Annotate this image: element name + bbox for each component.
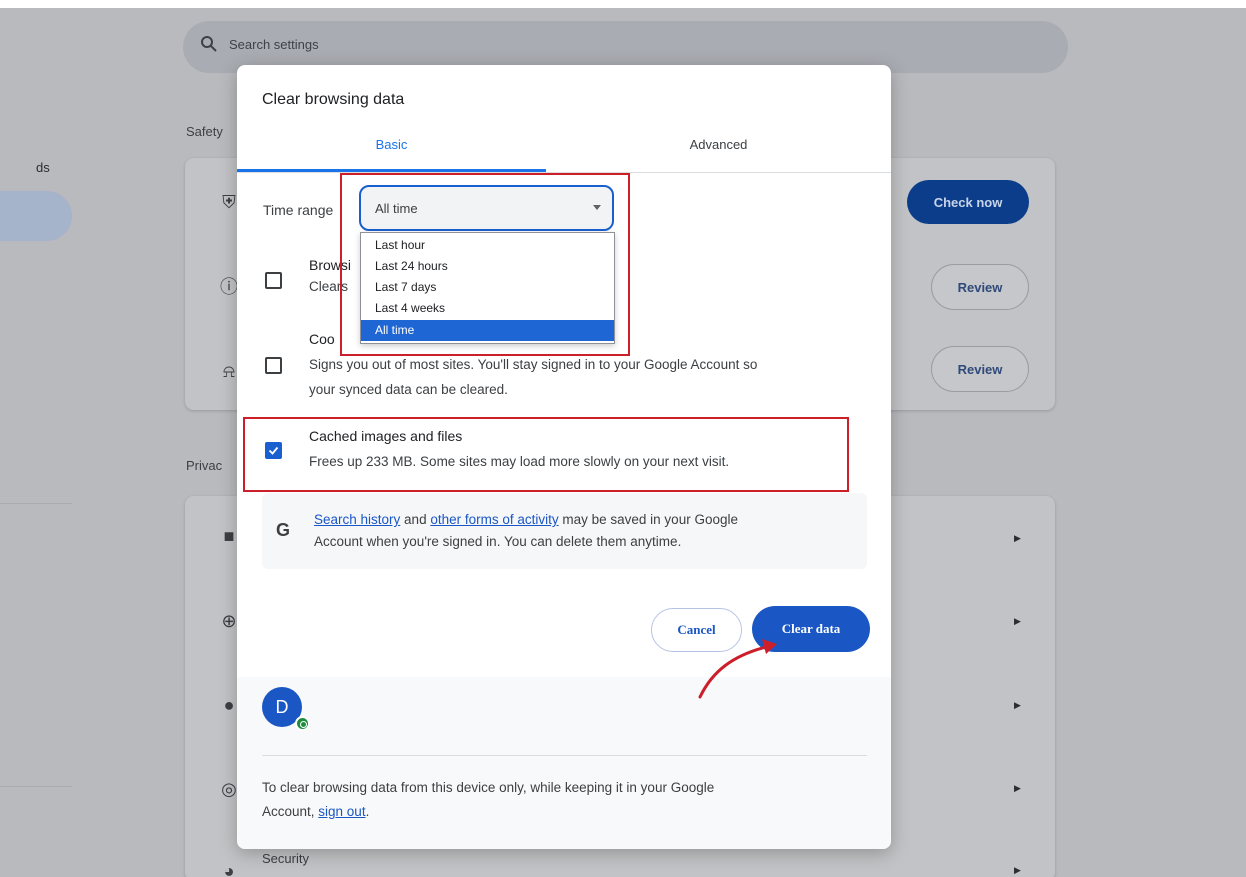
check-now-button[interactable]: Check now	[907, 180, 1029, 224]
cached-images-checkbox[interactable]	[265, 442, 282, 459]
time-range-select[interactable]: All time	[359, 185, 614, 231]
browsing-history-checkbox[interactable]	[265, 272, 282, 289]
search-icon	[201, 36, 217, 52]
security-row-label: Security	[262, 851, 309, 866]
clear-data-button[interactable]: Clear data	[752, 606, 870, 652]
search-history-link[interactable]: Search history	[314, 512, 400, 527]
cookies-desc-line2: your synced data can be cleared.	[309, 382, 508, 397]
tab-advanced[interactable]: Advanced	[546, 137, 891, 167]
note-text-part: and	[400, 512, 431, 527]
sync-status-icon	[295, 716, 310, 731]
dropdown-option-last-hour[interactable]: Last hour	[361, 235, 614, 256]
search-placeholder: Search settings	[229, 37, 319, 52]
privacy-heading: Privac	[186, 458, 223, 473]
row-arrow-icon[interactable]: ▶	[1014, 783, 1021, 794]
browsing-history-title: Browsi	[309, 257, 352, 273]
clear-browsing-data-dialog: Clear browsing data Basic Advanced Time …	[237, 65, 891, 849]
footer-text-suffix: .	[365, 804, 370, 819]
dropdown-option-last-7-days[interactable]: Last 7 days	[361, 277, 614, 298]
review-button[interactable]: Review	[931, 346, 1029, 392]
time-range-value: All time	[375, 201, 418, 216]
sign-out-link[interactable]: sign out	[318, 804, 365, 819]
cancel-button[interactable]: Cancel	[651, 608, 742, 652]
google-g-icon: G	[276, 520, 291, 540]
row-arrow-icon[interactable]: ▶	[1014, 865, 1021, 876]
footer-text-line1: To clear browsing data from this device …	[262, 780, 715, 795]
dropdown-option-all-time[interactable]: All time	[361, 320, 614, 341]
footer-text: To clear browsing data from this device …	[262, 776, 714, 824]
sidebar-divider	[0, 786, 72, 787]
cached-images-desc: Frees up 233 MB. Some sites may load mor…	[309, 454, 730, 469]
dropdown-option-last-24-hours[interactable]: Last 24 hours	[361, 256, 614, 277]
cookies-title: Coo	[309, 331, 335, 347]
google-activity-note: G Search history and other forms of acti…	[262, 493, 867, 569]
footer-divider	[262, 755, 867, 756]
other-activity-link[interactable]: other forms of activity	[430, 512, 558, 527]
tab-basic[interactable]: Basic	[237, 137, 546, 167]
row-arrow-icon[interactable]: ▶	[1014, 533, 1021, 544]
sidebar-selected-item[interactable]	[0, 191, 72, 241]
row-arrow-icon[interactable]: ▶	[1014, 616, 1021, 627]
checkmark-icon	[268, 446, 279, 455]
note-text-part: may be saved in your Google	[558, 512, 738, 527]
browsing-history-desc: Clears	[309, 279, 349, 294]
google-note-text: Search history and other forms of activi…	[314, 509, 738, 553]
footer-text-prefix: Account,	[262, 804, 319, 819]
cookies-checkbox[interactable]	[265, 357, 282, 374]
time-range-label: Time range	[263, 202, 334, 218]
review-button[interactable]: Review	[931, 264, 1029, 310]
note-text-line2: Account when you're signed in. You can d…	[314, 534, 682, 549]
sidebar-fragment: ds	[36, 160, 50, 175]
safety-heading: Safety	[186, 124, 223, 139]
tab-divider	[237, 172, 891, 173]
dialog-title: Clear browsing data	[262, 91, 405, 108]
security-icon: ◕	[223, 861, 235, 877]
time-range-dropdown-list: Last hour Last 24 hours Last 7 days Last…	[360, 232, 615, 344]
cached-images-title: Cached images and files	[309, 428, 463, 444]
dropdown-option-last-4-weeks[interactable]: Last 4 weeks	[361, 298, 614, 319]
row-arrow-icon[interactable]: ▶	[1014, 700, 1021, 711]
chevron-down-icon	[593, 205, 601, 210]
cookies-desc-line1: Signs you out of most sites. You'll stay…	[309, 357, 758, 372]
sidebar-divider	[0, 503, 72, 504]
